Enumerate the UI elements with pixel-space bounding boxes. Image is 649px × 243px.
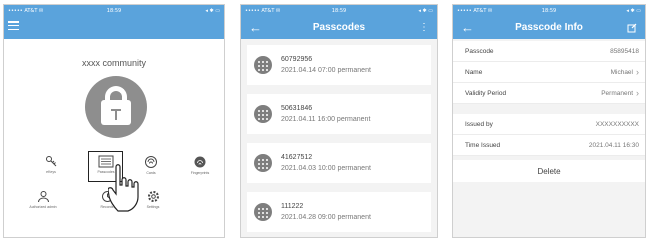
- info-value: Michael: [610, 68, 633, 76]
- info-value: Permanent: [601, 89, 633, 97]
- list-item[interactable]: 50631846 2021.04.11 16:00 permanent: [247, 94, 431, 134]
- passcode-list: 60792956 2021.04.14 07:00 permanent 5063…: [241, 39, 437, 232]
- delete-button[interactable]: Delete: [453, 160, 645, 182]
- feature-label: eKeys: [46, 170, 56, 174]
- ekey-icon: [45, 156, 56, 167]
- back-arrow-icon[interactable]: ←: [249, 20, 262, 35]
- header-bar: ••••• AT&T ✉ 18:59 ◂ ✱ ▭ ← Passcodes ⋮: [241, 5, 437, 39]
- list-item[interactable]: 60792956 2021.04.14 07:00 permanent: [247, 45, 431, 85]
- phone-lock-home: ••••• AT&T ✉ 18:59 ◂ ✱ ▭ xxxx community …: [3, 4, 225, 238]
- edit-icon[interactable]: [627, 23, 637, 33]
- info-key: Passcode: [465, 47, 494, 55]
- pointing-hand-icon: [108, 164, 139, 212]
- list-item[interactable]: 41627512 2021.04.03 10:00 permanent: [247, 143, 431, 183]
- hamburger-menu-icon[interactable]: [8, 21, 19, 30]
- list-item[interactable]: 111222 2021.04.28 09:00 permanent: [247, 192, 431, 232]
- header-bar: ••••• AT&T ✉ 18:59 ◂ ✱ ▭ ← Passcode Info: [453, 5, 645, 39]
- passcode-date: 2021.04.11 16:00 permanent: [281, 116, 371, 123]
- info-group-main: Passcode 85895418 Name Michael › Validity…: [453, 41, 645, 104]
- info-value: 2021.04.11 16:30: [588, 141, 639, 149]
- status-battery: ◂ ✱ ▭: [626, 7, 641, 14]
- info-row-name[interactable]: Name Michael ›: [453, 62, 645, 83]
- status-carrier: ••••• AT&T ✉: [457, 7, 493, 14]
- keypad-icon: [254, 203, 272, 221]
- status-bar: ••••• AT&T ✉ 18:59 ◂ ✱ ▭: [453, 5, 645, 16]
- passcode-value: 41627512: [281, 154, 313, 161]
- page-title: Passcodes: [312, 22, 366, 33]
- keypad-icon: [254, 105, 272, 123]
- feature-label: Fingerprints: [190, 171, 210, 175]
- info-group-issue: Issued by XXXXXXXXXX Time Issued 2021.04…: [453, 114, 645, 156]
- unlock-button[interactable]: [85, 76, 147, 138]
- phone-passcode-info: ••••• AT&T ✉ 18:59 ◂ ✱ ▭ ← Passcode Info…: [452, 4, 646, 238]
- header-bar: ••••• AT&T ✉ 18:59 ◂ ✱ ▭: [4, 5, 224, 39]
- status-battery: ◂ ✱ ▭: [205, 7, 220, 14]
- chevron-right-icon: ›: [636, 66, 639, 77]
- keypad-icon: [254, 154, 272, 172]
- info-row-validity[interactable]: Validity Period Permanent ›: [453, 83, 645, 104]
- more-vertical-icon[interactable]: ⋮: [419, 22, 429, 33]
- feature-fingerprints[interactable]: Fingerprints: [181, 155, 219, 175]
- admin-icon: [37, 191, 49, 203]
- passcode-value: 50631846: [281, 105, 313, 112]
- status-carrier: ••••• AT&T ✉: [245, 7, 281, 14]
- back-arrow-icon[interactable]: ←: [461, 20, 474, 35]
- status-carrier: ••••• AT&T ✉: [8, 7, 44, 14]
- feature-ekeys[interactable]: eKeys: [32, 155, 70, 174]
- info-value: XXXXXXXXXX: [595, 120, 639, 128]
- status-bar: ••••• AT&T ✉ 18:59 ◂ ✱ ▭: [4, 5, 224, 16]
- page-title: Passcode Info: [515, 22, 583, 33]
- fingerprint-icon: [194, 156, 206, 168]
- passcode-value: 60792956: [281, 56, 313, 63]
- status-bar: ••••• AT&T ✉ 18:59 ◂ ✱ ▭: [241, 5, 437, 16]
- chevron-right-icon: ›: [636, 87, 639, 98]
- passcode-date: 2021.04.14 07:00 permanent: [281, 67, 371, 74]
- info-row-passcode: Passcode 85895418: [453, 41, 645, 62]
- nav-bar: ← Passcode Info: [453, 16, 645, 39]
- feature-authorized-admin[interactable]: Authorized admin: [24, 190, 62, 209]
- info-key: Issued by: [465, 120, 493, 128]
- keypad-icon: [254, 56, 272, 74]
- info-row-time-issued: Time Issued 2021.04.11 16:30: [453, 135, 645, 156]
- status-battery: ◂ ✱ ▭: [418, 7, 433, 14]
- passcode-date: 2021.04.03 10:00 permanent: [281, 165, 371, 172]
- info-key: Time Issued: [465, 141, 501, 149]
- passcode-value: 111222: [281, 203, 304, 210]
- info-row-issued-by: Issued by XXXXXXXXXX: [453, 114, 645, 135]
- passcode-date: 2021.04.28 09:00 permanent: [281, 214, 371, 221]
- feature-label: Authorized admin: [29, 205, 57, 209]
- nav-bar: ← Passcodes ⋮: [241, 16, 437, 39]
- phone-passcodes: ••••• AT&T ✉ 18:59 ◂ ✱ ▭ ← Passcodes ⋮ 6…: [240, 4, 438, 238]
- community-name: xxxx community: [81, 58, 146, 68]
- info-key: Name: [465, 68, 483, 76]
- info-value: 85895418: [610, 47, 639, 55]
- info-key: Validity Period: [465, 89, 507, 97]
